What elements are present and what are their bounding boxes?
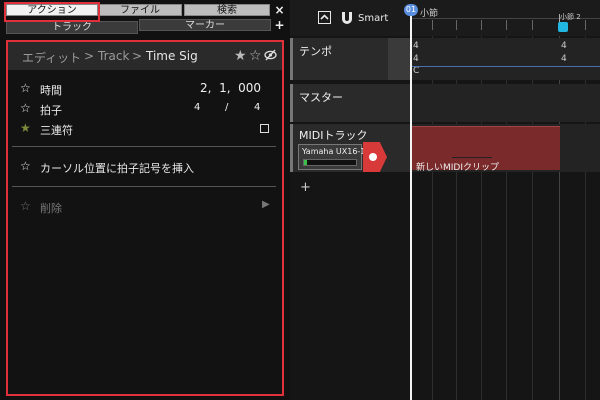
star-outline-icon[interactable]: ☆ xyxy=(20,81,31,95)
divider xyxy=(12,146,276,147)
eye-slash-icon[interactable] xyxy=(264,49,277,65)
track-name: MIDIトラック xyxy=(299,129,368,142)
instrument-slot[interactable]: Yamaha UX16-1 xyxy=(298,144,366,170)
triplet-checkbox[interactable] xyxy=(260,124,269,133)
track-header-shade xyxy=(388,38,410,80)
track-lane-master[interactable] xyxy=(410,84,600,122)
insert-time-signature-action[interactable]: ☆ カーソル位置に拍子記号を挿入 xyxy=(8,158,282,176)
chevron-right-icon: ▶ xyxy=(262,199,270,210)
track-name: テンポ xyxy=(299,45,332,58)
add-track-button[interactable]: + xyxy=(300,180,311,195)
time-signature-top: 4 xyxy=(561,41,567,51)
clip-name: 新しいMIDIクリップ xyxy=(416,163,500,173)
action-label: カーソル位置に拍子記号を挿入 xyxy=(40,162,194,175)
tab-action[interactable]: アクション xyxy=(6,4,98,16)
track-lane-tempo[interactable] xyxy=(410,38,600,80)
time-value[interactable]: 2, 1, 000 xyxy=(200,81,261,95)
star-outline-icon[interactable]: ☆ xyxy=(20,199,31,213)
tab-file[interactable]: ファイル xyxy=(98,4,182,16)
track-header-master[interactable]: マスター xyxy=(290,84,410,122)
midi-clip[interactable]: 新しいMIDIクリップ xyxy=(412,126,560,173)
action-panel: エディット > Track > Time Sig ★ ☆ ☆ 時間 2, 1, … xyxy=(6,40,284,396)
field-label: 時間 xyxy=(40,84,62,97)
magnet-icon[interactable] xyxy=(340,11,354,29)
ruler-tick xyxy=(432,20,433,30)
star-outline-icon[interactable]: ☆ xyxy=(20,159,31,173)
track-header-tempo[interactable]: テンポ xyxy=(290,38,410,80)
marker-handle[interactable] xyxy=(558,22,568,32)
breadcrumb-separator: > xyxy=(132,49,143,63)
instrument-name: Yamaha UX16-1 xyxy=(302,147,366,156)
chord-label: C xyxy=(413,66,420,76)
track-name: マスター xyxy=(299,91,343,104)
field-time[interactable]: ☆ 時間 2, 1, 000 xyxy=(8,80,282,98)
add-tab-icon[interactable]: + xyxy=(273,19,286,32)
ruler-tick xyxy=(585,20,586,30)
divider xyxy=(12,186,276,187)
submenu-label: 削除 xyxy=(40,202,62,215)
clip-note xyxy=(452,157,492,158)
field-label: 拍子 xyxy=(40,104,62,117)
ruler-tick xyxy=(532,20,533,30)
playhead[interactable] xyxy=(410,8,412,400)
star-filled-icon[interactable]: ★ xyxy=(20,121,31,135)
collapse-icon[interactable] xyxy=(318,11,331,28)
level-meter-fill xyxy=(304,160,307,165)
field-label: 三連符 xyxy=(40,124,73,137)
playhead-handle[interactable]: 01 xyxy=(404,4,418,16)
tab-track[interactable]: トラック xyxy=(6,21,138,34)
breadcrumb-track[interactable]: Track xyxy=(98,49,129,63)
snap-mode-label[interactable]: Smart xyxy=(358,13,388,24)
tempo-line xyxy=(410,66,600,67)
ruler-tick xyxy=(456,20,457,30)
delete-submenu[interactable]: ☆ 削除 ▶ xyxy=(8,198,282,216)
record-icon xyxy=(369,153,377,161)
panel-header: エディット > Track > Time Sig ★ ☆ xyxy=(8,42,282,70)
breadcrumb-edit[interactable]: エディット xyxy=(22,49,81,66)
close-icon[interactable]: × xyxy=(273,4,286,17)
fraction-separator: / xyxy=(225,102,229,113)
star-outline-icon[interactable]: ☆ xyxy=(20,101,31,115)
star-outline-icon[interactable]: ☆ xyxy=(249,48,262,64)
ruler-tick xyxy=(506,20,507,30)
star-filled-icon[interactable]: ★ xyxy=(234,48,247,64)
time-signature-top: 4 xyxy=(413,41,419,51)
tab-search[interactable]: 検索 xyxy=(184,4,270,16)
breadcrumb-separator: > xyxy=(84,49,95,63)
breadcrumb-current: Time Sig xyxy=(146,49,198,63)
field-triplet[interactable]: ★ 三連符 xyxy=(8,120,282,138)
denominator-value[interactable]: 4 xyxy=(254,102,260,113)
time-signature-bottom: 4 xyxy=(561,54,567,64)
tab-marker[interactable]: マーカー xyxy=(139,19,271,31)
time-signature-bottom: 4 xyxy=(413,54,419,64)
numerator-value[interactable]: 4 xyxy=(194,102,200,113)
field-time-signature[interactable]: ☆ 拍子 4 / 4 xyxy=(8,100,282,118)
bar-label: 小節 xyxy=(420,9,439,19)
level-meter xyxy=(303,159,357,166)
bar-label: 小節 2 xyxy=(560,13,581,21)
ruler-tick xyxy=(481,20,482,30)
